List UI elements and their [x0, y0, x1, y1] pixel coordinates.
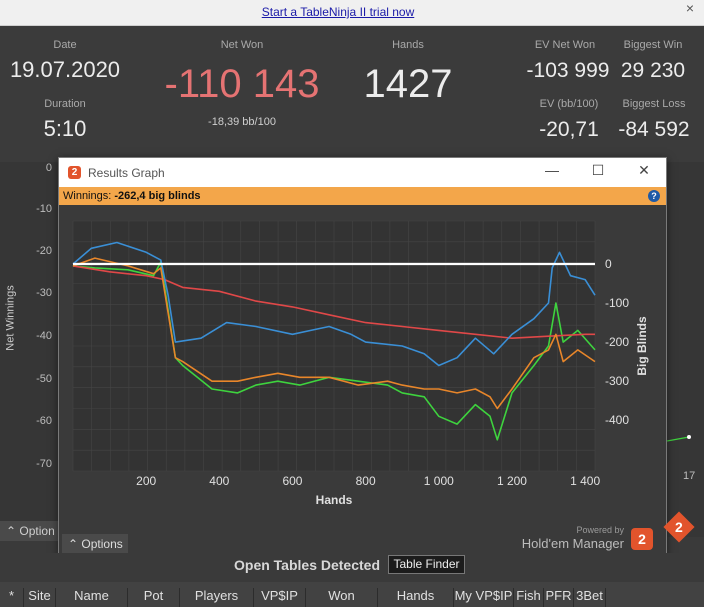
bg-y-tick: -70 [36, 458, 52, 470]
x-tick-label: 1 400 [570, 474, 600, 488]
date-value: 19.07.2020 [9, 57, 121, 82]
y-tick-label: -200 [605, 335, 629, 349]
chevron-up-icon: ⌃ [68, 537, 82, 551]
hm-corner-logo-mark: 2 [675, 518, 683, 535]
bg-y-tick: -50 [36, 373, 52, 385]
bg-y-tick: -10 [36, 203, 52, 215]
date-label: Date [53, 39, 77, 51]
hands-label: Hands [392, 39, 424, 51]
col-header-won[interactable]: Won [306, 588, 378, 607]
results-graph-window: 2 Results Graph — ☐ ✕ Winnings: -262,4 b… [58, 157, 667, 555]
chevron-up-icon: ⌃ [6, 524, 20, 538]
biggest-win-label: Biggest Win [623, 39, 683, 51]
x-tick-label: 800 [356, 474, 376, 488]
biggest-win-value: 29 230 [620, 59, 686, 82]
options-button[interactable]: ⌃ Options [62, 534, 128, 554]
col-header-players[interactable]: Players [180, 588, 254, 607]
minimize-icon[interactable]: — [537, 162, 567, 182]
results-chart: 200 400 600 800 1 000 1 200 1 400 0 -100 -200 -30… [72, 220, 649, 507]
tableninja-trial-link[interactable]: Start a TableNinja II trial now [0, 5, 676, 19]
x-tick-label: 1 000 [424, 474, 454, 488]
col-header-hands[interactable]: Hands [378, 588, 454, 607]
trial-banner: Start a TableNinja II trial now × [0, 0, 704, 26]
open-tables-title: Open Tables Detected [234, 557, 381, 573]
col-header-my-vpip[interactable]: My VP$IP [454, 588, 514, 607]
bg-y-tick: 0 [45, 162, 52, 174]
winnings-summary-bar: Winnings: -262,4 big blinds ? [59, 187, 666, 205]
hm-logo: 2 [631, 528, 653, 550]
winnings-value: -262,4 big blinds [114, 190, 201, 202]
y-tick-label: 0 [605, 257, 612, 271]
bg-y-tick: -20 [36, 245, 52, 257]
window-titlebar[interactable]: 2 Results Graph — ☐ ✕ [59, 158, 666, 187]
bg-options-button[interactable]: ⌃ Option [0, 521, 64, 541]
ev-net-won-value: -103 999 [526, 59, 610, 82]
bg-x-tick: 17 [683, 470, 696, 482]
help-icon[interactable]: ? [648, 190, 660, 202]
bg-y-tick: -60 [36, 415, 52, 427]
ev-bb100-value: -20,71 [539, 118, 599, 141]
y-axis-label: Big Blinds [635, 316, 649, 376]
holdem-manager-logo-text: Hold'em Manager [521, 536, 624, 551]
biggest-loss-value: -84 592 [618, 118, 690, 141]
powered-by-text: Powered by [576, 525, 624, 535]
bg-y-tick: -30 [36, 287, 52, 299]
table-finder-button[interactable]: Table Finder [388, 555, 465, 574]
net-won-label: Net Won [220, 39, 264, 51]
col-header-fish[interactable]: Fish [514, 588, 544, 607]
y-tick-label: -400 [605, 413, 629, 427]
open-tables-panel: Open Tables Detected Table Finder * Site… [0, 553, 704, 607]
close-icon[interactable]: ✕ [629, 162, 659, 182]
close-banner-icon[interactable]: × [686, 0, 694, 16]
y-tick-label: -100 [605, 296, 629, 310]
col-header-pot[interactable]: Pot [128, 588, 180, 607]
bg-graph-line-fragment [667, 435, 691, 442]
hands-value: 1427 [363, 62, 453, 106]
options-label: Options [81, 537, 123, 551]
winnings-label: Winnings: -262,4 big blinds [63, 190, 201, 202]
duration-value: 5:10 [43, 116, 87, 141]
col-header-3bet[interactable]: 3Bet [574, 588, 606, 607]
net-won-bb100: -18,39 bb/100 [208, 116, 276, 128]
duration-label: Duration [44, 98, 86, 110]
col-header-site[interactable]: Site [24, 588, 56, 607]
ev-net-won-label: EV Net Won [534, 39, 596, 51]
biggest-loss-label: Biggest Loss [622, 98, 686, 110]
ev-bb100-label: EV (bb/100) [539, 98, 599, 110]
net-won-value: -110 143 [164, 62, 320, 106]
y-tick-label: -300 [605, 374, 629, 388]
col-header-star[interactable]: * [0, 588, 24, 607]
x-tick-labels: 200 400 600 800 1 000 1 200 1 400 [136, 474, 600, 488]
window-title: Results Graph [88, 166, 165, 180]
winnings-caption: Winnings: [63, 190, 112, 202]
col-header-pfr[interactable]: PFR [544, 588, 574, 607]
x-tick-label: 200 [136, 474, 156, 488]
session-stats-panel: Date 19.07.2020 Duration 5:10 Net Won -1… [0, 26, 704, 162]
x-tick-label: 1 200 [497, 474, 527, 488]
x-axis-label: Hands [316, 493, 353, 507]
x-tick-label: 400 [209, 474, 229, 488]
bg-options-label: Option [19, 524, 55, 538]
tables-column-header: * Site Name Pot Players VP$IP Won Hands … [0, 582, 704, 607]
maximize-icon[interactable]: ☐ [583, 162, 613, 182]
hm-app-icon: 2 [68, 166, 81, 179]
x-tick-label: 600 [282, 474, 302, 488]
y-tick-labels: 0 -100 -200 -300 -400 [605, 257, 629, 427]
background-y-axis-label: Net Winnings [4, 285, 17, 351]
bg-y-tick: -40 [36, 330, 52, 342]
col-header-vpip[interactable]: VP$IP [254, 588, 306, 607]
col-header-name[interactable]: Name [56, 588, 128, 607]
